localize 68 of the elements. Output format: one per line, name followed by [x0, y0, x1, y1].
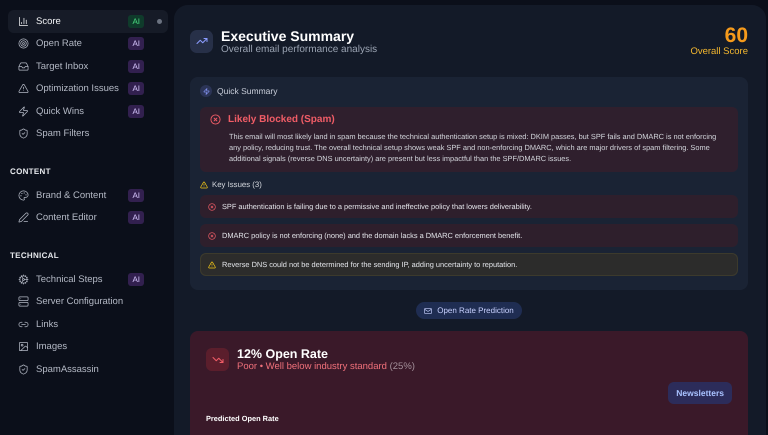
server-icon	[18, 296, 29, 308]
sidebar-item-label: Target Inbox	[36, 60, 90, 72]
sidebar-item[interactable]: Open Rate AI	[8, 32, 168, 55]
image-icon	[18, 341, 29, 352]
sidebar-item[interactable]: Images	[8, 336, 168, 358]
trend-down-icon	[206, 348, 229, 372]
inbox-icon	[18, 60, 29, 72]
section-heading: TECHNICAL	[9, 250, 60, 262]
category-button[interactable]: Newsletters	[668, 382, 732, 404]
status-dot	[157, 18, 162, 24]
sidebar-item-label: Quick Wins	[36, 106, 86, 117]
ai-badge: AI	[128, 82, 144, 96]
overall-score: 60	[724, 25, 748, 46]
sidebar-item-label: Open Rate	[36, 38, 83, 50]
error-icon	[210, 114, 221, 125]
sidebar-item[interactable]: Optimization Issues AI	[8, 78, 168, 100]
lightning-icon	[200, 85, 212, 97]
sidebar-item-label: Technical Steps	[36, 274, 104, 285]
card-subtitle: Overall email performance analysis	[221, 44, 378, 54]
sidebar-item-label: Score	[36, 16, 62, 27]
ai-badge: AI	[128, 272, 144, 286]
panel-label: Quick Summary	[217, 86, 278, 96]
pill-label: Open Rate Prediction	[437, 306, 514, 316]
sidebar-item[interactable]: SpamAssassin	[8, 358, 168, 380]
error-icon	[208, 202, 216, 211]
sidebar-item[interactable]: Technical Steps AI	[8, 268, 168, 290]
settings-icon	[18, 274, 29, 285]
shield-icon	[18, 128, 29, 140]
sidebar-item[interactable]: Server Configuration	[8, 290, 168, 313]
ai-badge: AI	[128, 188, 144, 202]
warning-icon	[208, 260, 216, 269]
sidebar-item[interactable]: Spam Filters	[8, 122, 168, 145]
ai-badge: AI	[128, 37, 144, 50]
ai-badge: AI	[128, 104, 144, 118]
sidebar-item-label: Content Editor	[36, 212, 98, 224]
card-title: Executive Summary	[221, 28, 356, 44]
error-icon	[208, 232, 216, 240]
sidebar-item-label: Spam Filters	[36, 128, 90, 140]
sidebar-item-label: Links	[36, 318, 60, 330]
section-heading: CONTENT	[9, 166, 52, 178]
sidebar-item[interactable]: Links	[8, 313, 168, 336]
trend-up-icon	[190, 30, 213, 52]
sidebar-item-label: Images	[36, 341, 68, 352]
ai-badge: AI	[128, 211, 144, 224]
sidebar-item[interactable]: Score AI	[8, 10, 168, 32]
bar-chart-icon	[18, 16, 29, 27]
sidebar-item[interactable]: Content Editor AI	[8, 206, 168, 229]
sidebar-item[interactable]: Target Inbox AI	[8, 55, 168, 78]
warning-icon	[18, 83, 29, 94]
sidebar-item[interactable]: Brand & Content AI	[8, 184, 168, 206]
pen-icon	[18, 212, 29, 224]
palette-icon	[18, 190, 29, 201]
target-icon	[18, 38, 29, 50]
sidebar-item-label: Optimization Issues	[36, 83, 120, 94]
sidebar-item[interactable]: Quick Wins AI	[8, 100, 168, 122]
shield-icon	[18, 364, 29, 375]
warning-icon	[200, 180, 208, 189]
open-rate-title: 12% Open Rate	[237, 347, 330, 362]
score-label: Overall Score	[690, 46, 748, 57]
open-rate-rating: Poor • Well below industry standard (25%)	[237, 361, 415, 372]
lightning-icon	[18, 106, 29, 117]
sidebar-item-label: Brand & Content	[36, 190, 108, 201]
mail-icon	[424, 306, 432, 315]
ai-badge: AI	[128, 60, 144, 73]
verdict-title: Likely Blocked (Spam)	[228, 114, 335, 125]
sidebar-item-label: Server Configuration	[36, 296, 124, 308]
ai-badge: AI	[128, 14, 144, 28]
sidebar-item-label: SpamAssassin	[36, 364, 100, 375]
